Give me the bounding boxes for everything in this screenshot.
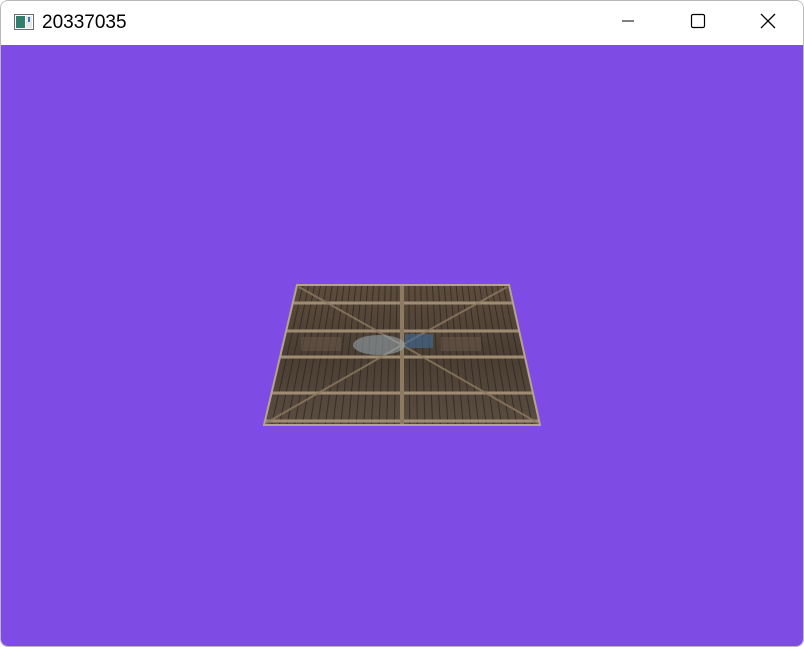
textured-wooden-plane — [264, 285, 540, 425]
title-bar[interactable]: 20337035 — [1, 1, 803, 45]
maximize-icon — [690, 13, 706, 34]
minimize-icon — [620, 13, 636, 34]
window-title: 20337035 — [42, 12, 127, 33]
app-window: 20337035 — [0, 0, 804, 647]
close-icon — [759, 12, 777, 35]
render-canvas[interactable] — [1, 45, 803, 646]
minimize-button[interactable] — [593, 1, 663, 45]
app-window-icon — [14, 14, 34, 30]
maximize-button[interactable] — [663, 1, 733, 45]
close-button[interactable] — [733, 1, 803, 45]
